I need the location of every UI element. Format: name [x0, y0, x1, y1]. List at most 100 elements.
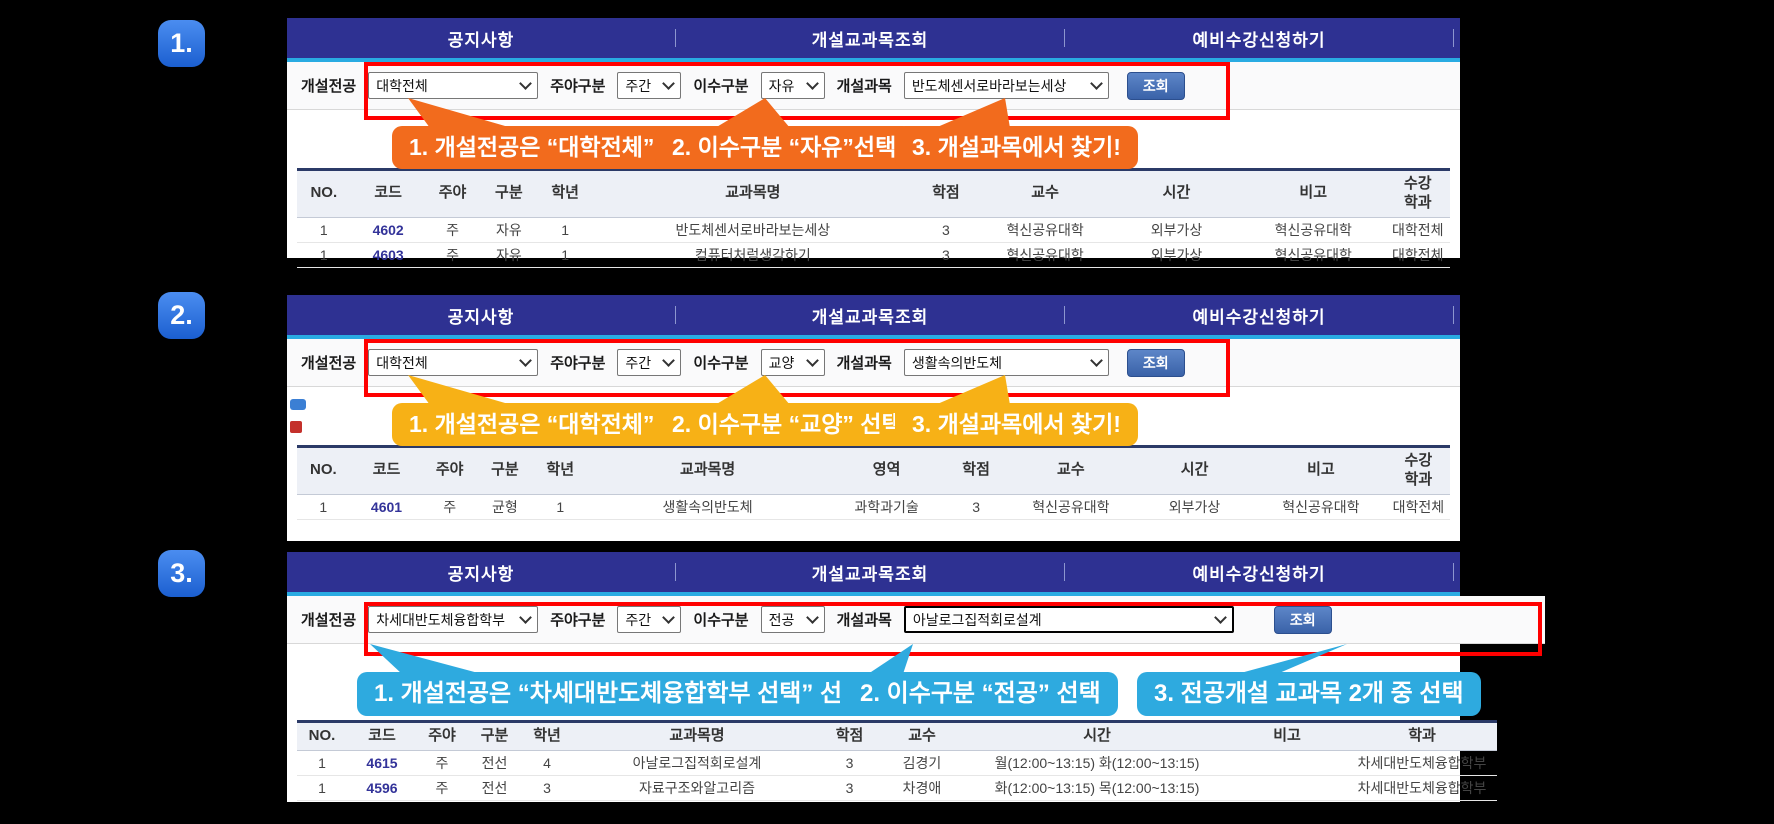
- course-results-table: NO.코드주야구분학년교과목명영역학점교수시간비고수강 학과14601주균형1생…: [297, 445, 1450, 520]
- callout-2: 2. 이수구분 “교양” 선택: [655, 403, 920, 446]
- table-cell: 3: [945, 494, 1008, 519]
- column-header: 교과목명: [587, 447, 829, 495]
- callout-2: 2. 이수구분 “자유”선택: [655, 126, 913, 169]
- chevron-down-icon: [806, 77, 819, 90]
- course-code-link[interactable]: 4615: [347, 750, 417, 775]
- table-cell: 혁신공유대학: [1241, 217, 1386, 242]
- column-header: 비고: [1241, 170, 1386, 218]
- completion-type-select[interactable]: 전공: [761, 606, 825, 633]
- table-row: 14596주전선3자료구조와알고리즘3차경애화(12:00~13:15) 목(1…: [297, 775, 1497, 800]
- major-select[interactable]: 차세대반도체융합학부: [368, 606, 538, 633]
- tutorial-step-panel-1: 공지사항 개설교과목조회 예비수강신청하기 개설전공 대학전체 주야구분 주간 …: [287, 18, 1460, 258]
- column-header: 수강 학과: [1386, 170, 1450, 218]
- table-cell: 3: [914, 217, 978, 242]
- column-header: 학점: [945, 447, 1008, 495]
- step-badge-1: 1.: [158, 20, 205, 67]
- callout-strip: 1. 개설전공은 “대학전체” 선택 2. 이수구분 “자유”선택 3. 개설과…: [287, 110, 1460, 168]
- table-cell: 전선: [467, 775, 522, 800]
- completion-type-select[interactable]: 자유: [761, 72, 825, 99]
- table-cell: 주: [417, 775, 467, 800]
- nav-separator: [1453, 563, 1454, 581]
- nav-tab-pre-registration[interactable]: 예비수강신청하기: [1065, 560, 1453, 585]
- table-cell: 혁신공유대학: [978, 217, 1112, 242]
- nav-tab-course-search[interactable]: 개설교과목조회: [676, 26, 1064, 51]
- table-cell: 외부가상: [1134, 494, 1255, 519]
- nav-tab-course-search[interactable]: 개설교과목조회: [676, 303, 1064, 328]
- step-badge-3: 3.: [158, 550, 205, 597]
- chevron-down-icon: [806, 354, 819, 367]
- table-row: 14601주균형1생활속의반도체과학과기술3혁신공유대학외부가상혁신공유대학대학…: [297, 494, 1450, 519]
- table-header-row: NO.코드주야구분학년교과목명영역학점교수시간비고수강 학과: [297, 447, 1450, 495]
- table-cell: 혁신공유대학: [1255, 494, 1387, 519]
- daynight-select[interactable]: 주간: [617, 349, 681, 376]
- nav-tab-pre-registration[interactable]: 예비수강신청하기: [1065, 26, 1453, 51]
- search-button[interactable]: 조회: [1127, 349, 1185, 377]
- chevron-down-icon: [663, 611, 676, 624]
- course-code-link[interactable]: 4596: [347, 775, 417, 800]
- column-header: 비고: [1255, 447, 1387, 495]
- chevron-down-icon: [1090, 77, 1103, 90]
- course-code-link[interactable]: 4603: [351, 242, 426, 267]
- column-header: 교수: [1008, 447, 1134, 495]
- nav-tab-notices[interactable]: 공지사항: [287, 560, 675, 585]
- table-cell: 외부가상: [1112, 242, 1241, 267]
- chevron-down-icon: [1214, 611, 1227, 624]
- completion-type-select[interactable]: 교양: [761, 349, 825, 376]
- column-header: 교수: [877, 722, 967, 751]
- nav-tab-course-search[interactable]: 개설교과목조회: [676, 560, 1064, 585]
- course-select[interactable]: 아날로그집적회로설계: [904, 606, 1234, 633]
- table-cell: 1: [297, 494, 350, 519]
- obscured-ui-fragment-red: [290, 421, 302, 433]
- table-cell: 대학전체: [1386, 217, 1450, 242]
- major-label: 개설전공: [301, 75, 356, 96]
- column-header: 주야: [423, 447, 476, 495]
- table-header-row: NO.코드주야구분학년교과목명학점교수시간비고학과: [297, 722, 1497, 751]
- table-cell: 혁신공유대학: [1241, 242, 1386, 267]
- column-header: 학점: [822, 722, 877, 751]
- completion-type-label: 이수구분: [693, 609, 748, 630]
- daynight-select[interactable]: 주간: [617, 72, 681, 99]
- table-cell: 1: [297, 775, 347, 800]
- table-cell: 균형: [476, 494, 534, 519]
- table-cell: 주: [417, 750, 467, 775]
- search-button[interactable]: 조회: [1127, 72, 1185, 100]
- table-cell: 자유: [479, 242, 538, 267]
- table-header-row: NO.코드주야구분학년교과목명학점교수시간비고수강 학과: [297, 170, 1450, 218]
- table-cell: 아날로그집적회로설계: [572, 750, 822, 775]
- nav-tab-pre-registration[interactable]: 예비수강신청하기: [1065, 303, 1453, 328]
- column-header: NO.: [297, 170, 351, 218]
- course-code-link[interactable]: 4602: [351, 217, 426, 242]
- table-cell: 전선: [467, 750, 522, 775]
- table-cell: 1: [534, 494, 587, 519]
- table-cell: 혁신공유대학: [1008, 494, 1134, 519]
- top-navigation: 공지사항 개설교과목조회 예비수강신청하기: [287, 295, 1460, 335]
- nav-tab-notices[interactable]: 공지사항: [287, 26, 675, 51]
- major-select[interactable]: 대학전체: [368, 349, 538, 376]
- column-header: 학년: [522, 722, 572, 751]
- column-header: 시간: [1134, 447, 1255, 495]
- table-cell: 컴퓨터처럼생각하기: [592, 242, 914, 267]
- major-select[interactable]: 대학전체: [368, 72, 538, 99]
- table-cell: 대학전체: [1387, 494, 1450, 519]
- course-select[interactable]: 생활속의반도체: [904, 349, 1109, 376]
- table-row: 14602주자유1반도체센서로바라보는세상3혁신공유대학외부가상혁신공유대학대학…: [297, 217, 1450, 242]
- table-cell: 김경기: [877, 750, 967, 775]
- course-select[interactable]: 반도체센서로바라보는세상: [904, 72, 1109, 99]
- daynight-select[interactable]: 주간: [617, 606, 681, 633]
- table-cell: 1: [297, 217, 351, 242]
- callout-3: 3. 전공개설 교과목 2개 중 선택: [1137, 672, 1481, 716]
- nav-tab-notices[interactable]: 공지사항: [287, 303, 675, 328]
- column-header: 수강 학과: [1387, 447, 1450, 495]
- major-label: 개설전공: [301, 609, 356, 630]
- course-code-link[interactable]: 4601: [350, 494, 424, 519]
- step-badge-2: 2.: [158, 292, 205, 339]
- table-cell: 화(12:00~13:15) 목(12:00~13:15): [967, 775, 1227, 800]
- table-cell: 주: [426, 242, 480, 267]
- table-cell: 1: [297, 242, 351, 267]
- column-header: 교수: [978, 170, 1112, 218]
- table-cell: 1: [538, 217, 592, 242]
- course-search-form: 개설전공 대학전체 주야구분 주간 이수구분 자유 개설과목 반도체센서로바라보…: [287, 62, 1460, 110]
- table-cell: 혁신공유대학: [978, 242, 1112, 267]
- callout-1: 1. 개설전공은 “차세대반도체융합학부 선택” 선택: [357, 672, 881, 716]
- search-button[interactable]: 조회: [1274, 606, 1332, 634]
